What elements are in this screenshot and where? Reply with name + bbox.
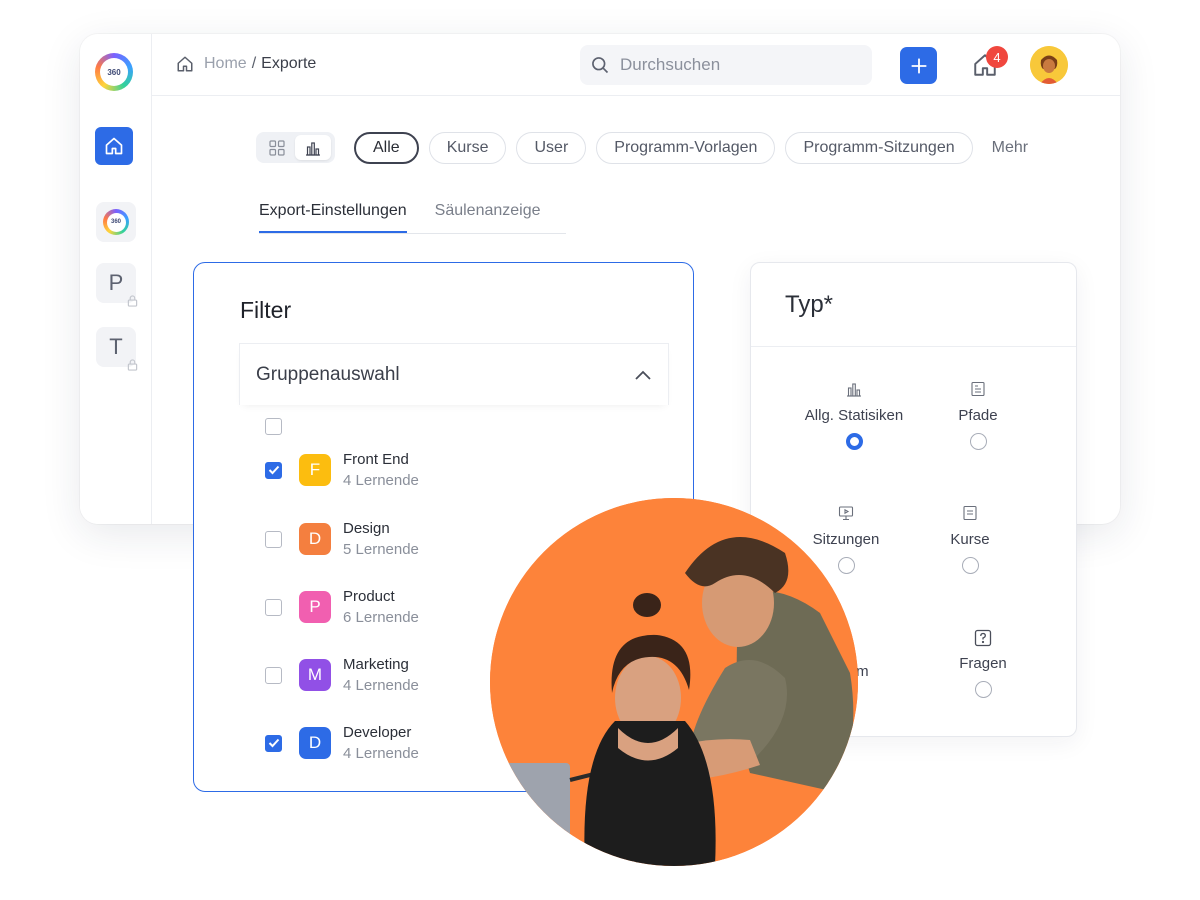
group-select-dropdown[interactable]: Gruppenauswahl <box>239 343 669 405</box>
breadcrumb: Home / Exporte <box>176 55 316 73</box>
sidebar-item-t[interactable]: T <box>96 327 138 371</box>
type-option-allg-statistiken[interactable]: Allg. Statisiken <box>784 381 924 450</box>
grid-view-button[interactable] <box>259 135 295 160</box>
group-name: Developer <box>343 724 412 741</box>
group-avatar: M <box>299 659 331 691</box>
group-name: Front End <box>343 451 409 468</box>
view-toggle <box>256 132 335 163</box>
group-row[interactable]: D Developer 4 Lernende <box>265 724 419 762</box>
type-option-fragen[interactable]: Fragen <box>913 629 1053 698</box>
group-count: 5 Lernende <box>343 541 419 558</box>
home-icon[interactable] <box>176 55 194 73</box>
group-checkbox[interactable] <box>265 530 282 548</box>
group-row[interactable]: P Product 6 Lernende <box>265 588 419 626</box>
sidebar-item-label: P <box>108 270 124 295</box>
monitor-icon <box>838 506 854 521</box>
group-row[interactable]: M Marketing 4 Lernende <box>265 656 419 694</box>
photo-illustration <box>490 498 858 866</box>
lock-icon <box>127 359 138 371</box>
avatar-illustration <box>1030 46 1068 84</box>
search-icon <box>592 57 609 74</box>
search-box[interactable] <box>580 45 872 85</box>
group-row[interactable]: D Design 5 Lernende <box>265 520 419 558</box>
tabs: Export-Einstellungen Säulenanzeige <box>259 202 566 234</box>
sidebar-home-button[interactable] <box>95 127 133 165</box>
app-logo-small: 360 <box>103 209 129 235</box>
group-checkbox[interactable] <box>265 734 282 752</box>
group-name: Marketing <box>343 656 409 673</box>
group-checkbox[interactable] <box>265 666 282 684</box>
chip-programm-sitzungen[interactable]: Programm-Sitzungen <box>785 132 973 164</box>
type-option-label: Pfade <box>958 407 998 424</box>
app-logo[interactable]: 360 <box>95 53 133 91</box>
type-title: Typ* <box>785 291 834 318</box>
question-icon <box>974 629 992 647</box>
group-row[interactable]: F Front End 4 Lernende <box>265 451 419 489</box>
group-checkbox[interactable] <box>265 598 282 616</box>
chip-programm-vorlagen[interactable]: Programm-Vorlagen <box>596 132 776 164</box>
breadcrumb-separator: / <box>251 55 257 72</box>
document-icon <box>971 381 985 397</box>
add-button[interactable] <box>900 47 937 84</box>
check-icon <box>268 738 279 748</box>
chip-kurse[interactable]: Kurse <box>428 132 507 164</box>
type-option-kurse[interactable]: Kurse <box>900 505 1040 574</box>
group-count: 6 Lernende <box>343 609 419 626</box>
logo-text: 360 <box>100 58 128 86</box>
plus-icon <box>910 57 927 74</box>
breadcrumb-current: Exporte <box>261 55 317 72</box>
radio[interactable] <box>969 433 987 450</box>
filter-title: Filter <box>240 297 292 323</box>
search-input[interactable] <box>620 55 840 75</box>
group-count: 4 Lernende <box>343 677 419 694</box>
chart-view-button[interactable] <box>295 135 331 160</box>
group-name: Product <box>343 588 395 605</box>
group-name: Design <box>343 520 390 537</box>
chip-user[interactable]: User <box>516 132 587 164</box>
sidebar-item-label: T <box>109 334 123 359</box>
type-option-pfade[interactable]: Pfade <box>908 381 1048 450</box>
chevron-up-icon <box>635 370 651 380</box>
people-photo <box>490 498 858 866</box>
divider <box>751 346 1076 347</box>
tab-export-einstellungen[interactable]: Export-Einstellungen <box>259 202 407 233</box>
more-link[interactable]: Mehr <box>992 139 1028 157</box>
group-count: 4 Lernende <box>343 745 419 762</box>
lock-icon <box>127 295 138 307</box>
filter-chips: Alle Kurse User Programm-Vorlagen Progra… <box>354 132 1028 164</box>
radio[interactable] <box>961 557 979 574</box>
radio-selected[interactable] <box>845 433 863 450</box>
group-avatar: P <box>299 591 331 623</box>
radio[interactable] <box>974 681 992 698</box>
course-icon <box>963 505 977 521</box>
bar-chart-icon <box>847 383 861 397</box>
top-bar: Home / Exporte 4 <box>152 34 1120 96</box>
sidebar: 360 360 P T <box>80 34 152 524</box>
tab-saeulenanzeige[interactable]: Säulenanzeige <box>435 202 541 233</box>
notification-badge: 4 <box>986 46 1008 68</box>
group-avatar: D <box>299 727 331 759</box>
group-avatar: F <box>299 454 331 486</box>
type-option-label: Kurse <box>950 531 990 548</box>
group-avatar: D <box>299 523 331 555</box>
breadcrumb-home-link[interactable]: Home <box>204 55 247 73</box>
group-checkbox[interactable] <box>265 461 282 479</box>
user-avatar[interactable] <box>1030 46 1068 84</box>
select-all-checkbox[interactable] <box>265 418 282 435</box>
type-option-label: Allg. Statisiken <box>804 407 904 424</box>
sidebar-item-p[interactable]: P <box>96 263 138 307</box>
type-option-label: Fragen <box>959 655 1007 672</box>
logo-small-text: 360 <box>106 212 126 232</box>
group-select-label: Gruppenauswahl <box>256 363 400 385</box>
bar-chart-icon <box>306 141 320 156</box>
grid-icon <box>269 139 285 156</box>
radio[interactable] <box>837 557 855 574</box>
home-icon <box>105 137 123 155</box>
sidebar-item-360[interactable]: 360 <box>96 202 136 242</box>
chip-alle[interactable]: Alle <box>354 132 419 164</box>
check-icon <box>268 465 279 475</box>
group-count: 4 Lernende <box>343 472 419 489</box>
